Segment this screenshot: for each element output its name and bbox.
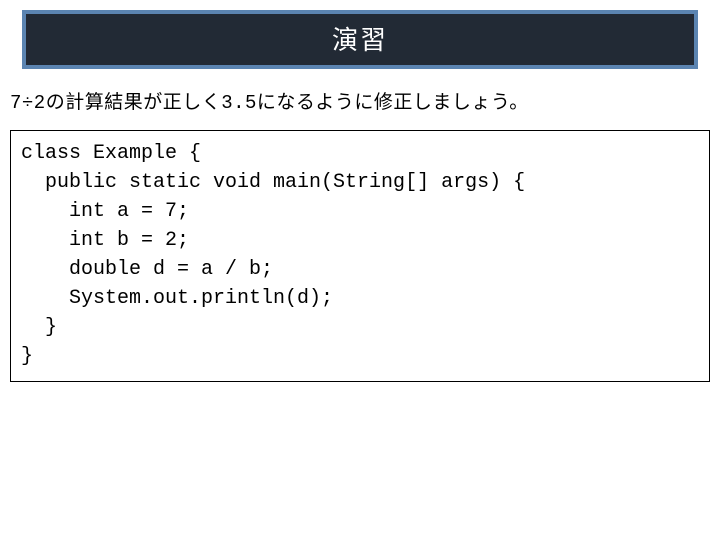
title-container: 演習	[22, 10, 698, 69]
code-block: class Example { public static void main(…	[10, 130, 710, 382]
slide-title: 演習	[26, 14, 694, 65]
instruction-text: 7÷2の計算結果が正しく3.5になるように修正しましょう。	[10, 87, 710, 114]
